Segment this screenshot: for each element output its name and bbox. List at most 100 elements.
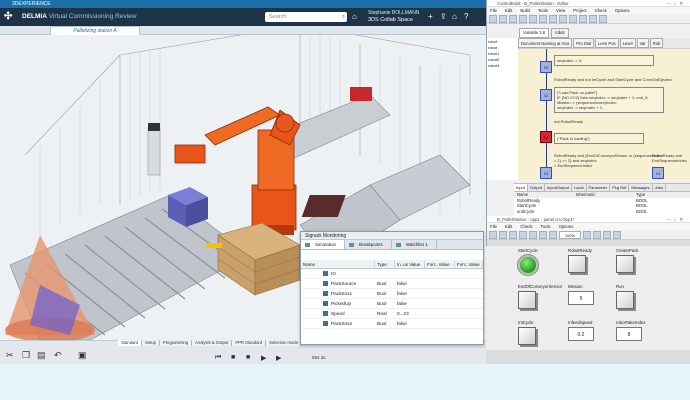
tree-item[interactable]: robot3	[488, 63, 517, 69]
window-controls[interactable]: –▫✕	[667, 0, 687, 7]
toolbar-icon[interactable]	[549, 15, 557, 23]
share-icon[interactable]: ⇪	[440, 12, 447, 22]
col-value[interactable]: In..us Value	[395, 260, 425, 268]
signal-value[interactable]: false	[395, 319, 425, 328]
number-display[interactable]: 8	[616, 327, 642, 341]
sfc-step[interactable]: 10	[540, 61, 552, 73]
toolbar-icon[interactable]	[489, 231, 497, 239]
doc-tab[interactable]: Levn Pos	[595, 38, 619, 48]
toggle-button[interactable]	[518, 291, 536, 309]
help-icon[interactable]: ?	[464, 12, 468, 22]
3ds-compass-icon[interactable]: ✣	[4, 11, 18, 23]
widget-startcycle[interactable]: StartCycle	[518, 248, 538, 275]
menu-tools[interactable]: Tools	[538, 7, 548, 14]
tab-palletizing-station[interactable]: Palletizing station A	[50, 26, 140, 35]
toolbar-icon[interactable]	[559, 15, 567, 23]
signal-value[interactable]: false	[395, 299, 425, 308]
toolbar-icon[interactable]	[613, 231, 621, 239]
tab-breakpoints[interactable]: Breakpoints	[345, 240, 392, 249]
widget-endofconveyorsensor[interactable]: EndOfConveyorSensor	[518, 284, 562, 309]
table-row-group[interactable]: IO	[301, 269, 483, 279]
action-block[interactable]: ["Load Pack on pallet"] IF (NO XYZ) then…	[554, 87, 664, 113]
toolbar-icon[interactable]	[529, 15, 537, 23]
number-display[interactable]: 5	[568, 291, 594, 305]
toolbar-icon[interactable]	[599, 15, 607, 23]
user-info[interactable]: Stephanie BOLLMANN 3DS Collab Space	[368, 10, 419, 24]
tag-icon[interactable]: ⌂	[352, 12, 357, 22]
toolbar-icon[interactable]	[499, 231, 507, 239]
menu-view[interactable]: View	[556, 7, 565, 14]
vartab[interactable]: Messages	[629, 184, 653, 191]
signal-value[interactable]: false	[395, 279, 425, 288]
tab-simulation[interactable]: Simulation	[301, 240, 346, 249]
vartab[interactable]: Parameter	[587, 184, 611, 191]
doc-tab[interactable]: Var	[636, 38, 649, 48]
tab-robot[interactable]: robot	[551, 28, 569, 38]
play-icon[interactable]: ▶	[276, 354, 281, 362]
signal-value[interactable]: false	[395, 289, 425, 298]
menu-check[interactable]: Check	[595, 7, 607, 14]
toolbar-icon[interactable]	[539, 231, 547, 239]
toolbar-icon[interactable]	[519, 15, 527, 23]
mode-tab-standard[interactable]: Standard	[118, 340, 142, 346]
col-name[interactable]: Name	[301, 260, 375, 268]
sfc-step[interactable]: 13	[540, 167, 552, 179]
vartab[interactable]: Input	[514, 184, 528, 191]
menu-edit[interactable]: Edit	[505, 7, 512, 14]
col-forced2[interactable]: Forc..Value	[455, 260, 483, 268]
zoom-select[interactable]: 100%	[559, 231, 581, 239]
table-row[interactable]: PackSource Bool false	[301, 279, 483, 289]
number-display[interactable]: 0.2	[568, 327, 594, 341]
status-lamp[interactable]	[518, 255, 538, 275]
copy-icon[interactable]: ❐	[22, 350, 30, 361]
doc-tab[interactable]: Document Naming at Hoo	[518, 38, 573, 48]
active-sfc-step[interactable]: 12	[540, 131, 552, 143]
widget-run[interactable]: Run	[616, 284, 634, 309]
toolbar-icon[interactable]	[589, 15, 597, 23]
scissors-icon[interactable]: ✂	[6, 350, 14, 361]
toolbar-icon[interactable]	[549, 231, 557, 239]
mode-tab-selection[interactable]: Selection mode	[266, 340, 303, 346]
mode-tab-ppr[interactable]: PPR Standard	[232, 340, 267, 346]
add-icon[interactable]: +	[428, 12, 433, 22]
table-row[interactable]: PickedUp Bool false	[301, 299, 483, 309]
toolbar-icon[interactable]	[583, 231, 591, 239]
mode-tab-setup[interactable]: Setup	[142, 340, 160, 346]
widget-robottakeindex[interactable]: robotTakeIndex 8	[616, 320, 645, 341]
stop-icon[interactable]: ■	[246, 354, 250, 361]
tab-watchlist[interactable]: Watchlist 1	[392, 240, 437, 249]
vartab[interactable]: Jobs	[653, 184, 667, 191]
widget-intcycle[interactable]: IntCycle	[518, 320, 536, 345]
table-row[interactable]: PackSns2 Bool false	[301, 319, 483, 329]
home-icon[interactable]: ⌂	[452, 12, 457, 22]
menu-build[interactable]: Build	[520, 7, 530, 14]
menu-edit[interactable]: Edit	[505, 223, 512, 230]
menu-options[interactable]: Options	[615, 7, 630, 14]
pause-icon[interactable]: ■	[231, 354, 235, 361]
sfc-flowchart[interactable]: seqIndex := 0; 10 RobotReady and not Int…	[518, 48, 690, 180]
search-icon[interactable]: ⌕	[342, 12, 345, 22]
search-input[interactable]: Search ⌕	[265, 12, 347, 22]
widget-infeedspeed[interactable]: InfeedSpeed 0.2	[568, 320, 594, 341]
mode-tab-programming[interactable]: Programming	[159, 340, 193, 346]
doc-tab[interactable]: Pro Dial	[573, 38, 595, 48]
sfc-step[interactable]: 14	[652, 167, 664, 179]
table-row[interactable]: Speed Real 0...23	[301, 309, 483, 319]
toggle-button[interactable]	[518, 327, 536, 345]
toolbar-icon[interactable]	[539, 15, 547, 23]
toolbar-icon[interactable]	[603, 231, 611, 239]
snapshot-icon[interactable]: ▣	[78, 350, 87, 361]
sfc-step[interactable]: 11	[540, 89, 552, 101]
col-type[interactable]: Type	[375, 260, 395, 268]
toolbar-icon[interactable]	[509, 231, 517, 239]
menu-tools[interactable]: Tools	[541, 223, 551, 230]
doc-tab[interactable]: Level	[619, 38, 636, 48]
rewind-icon[interactable]: ⏮	[215, 354, 221, 362]
vartab[interactable]: Pkg Ref	[610, 184, 630, 191]
widget-mission[interactable]: Mission 5	[568, 284, 594, 305]
toggle-button[interactable]	[616, 255, 634, 273]
widget-robotready[interactable]: RobotReady	[568, 248, 592, 273]
signal-value[interactable]: 0...23	[395, 309, 425, 318]
paste-icon[interactable]: ▤	[37, 350, 46, 361]
action-block[interactable]: seqIndex := 0;	[554, 55, 654, 66]
